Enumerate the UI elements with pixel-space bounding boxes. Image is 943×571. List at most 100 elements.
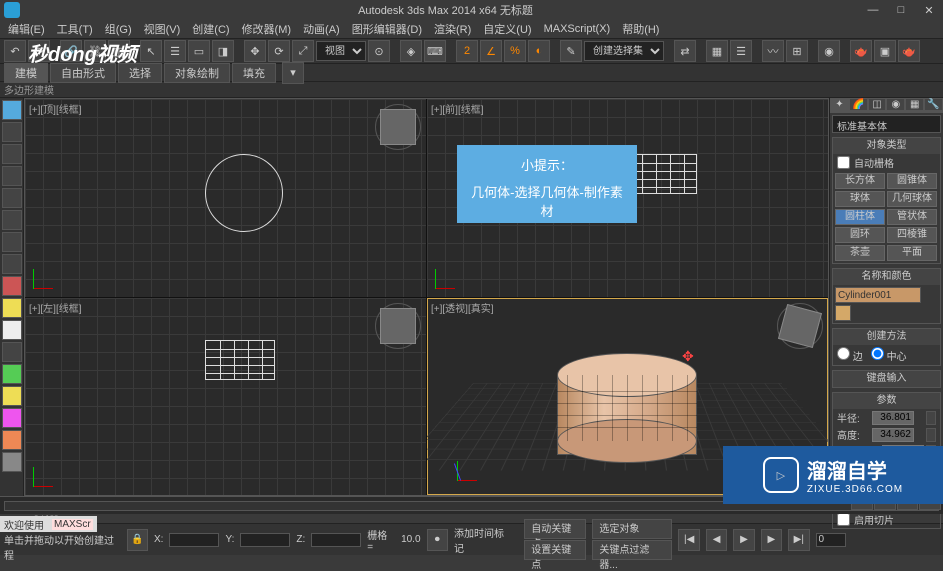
render-frame-button[interactable]: ▣	[874, 40, 896, 62]
tool-icon[interactable]	[2, 452, 22, 472]
layers-button[interactable]: ☰	[730, 40, 752, 62]
move-button[interactable]: ✥	[244, 40, 266, 62]
menu-grapheditor[interactable]: 图形编辑器(D)	[348, 21, 426, 37]
frame-input[interactable]	[816, 533, 846, 547]
tool-icon[interactable]	[2, 122, 22, 142]
tab-populate[interactable]: 填充	[232, 63, 276, 83]
ribbon-expand-button[interactable]: ▾	[282, 62, 304, 84]
render-button[interactable]: 🫖	[898, 40, 920, 62]
hierarchy-tab[interactable]: ◫	[868, 98, 887, 111]
link-button[interactable]: 🔗	[60, 40, 82, 62]
edit-named-sel-button[interactable]: ✎	[560, 40, 582, 62]
menu-edit[interactable]: 编辑(E)	[4, 21, 49, 37]
tab-paint[interactable]: 对象绘制	[164, 63, 230, 83]
rollout-method[interactable]: 创建方法	[833, 329, 940, 345]
select-name-button[interactable]: ☰	[164, 40, 186, 62]
center-radio[interactable]	[871, 347, 884, 360]
unlink-button[interactable]: ⛓	[84, 40, 106, 62]
tool-icon[interactable]	[2, 386, 22, 406]
tool-icon[interactable]	[2, 320, 22, 340]
viewport-label[interactable]: [+][左][线框]	[29, 300, 82, 315]
tool-icon[interactable]	[2, 364, 22, 384]
rollout-params[interactable]: 参数	[833, 393, 940, 409]
box-button[interactable]: 长方体	[835, 173, 885, 189]
menu-group[interactable]: 组(G)	[101, 21, 136, 37]
tool-icon[interactable]	[2, 342, 22, 362]
cylinder-object[interactable]	[557, 353, 697, 463]
maxscript-listener[interactable]: 欢迎使用 MAXScr	[0, 516, 97, 532]
rollout-name[interactable]: 名称和颜色	[833, 269, 940, 285]
add-time-tag[interactable]: 添加时间标记	[454, 525, 512, 555]
viewport-label[interactable]: [+][顶][线框]	[29, 101, 82, 116]
cylinder-front-wireframe[interactable]	[627, 154, 697, 194]
tool-icon[interactable]	[2, 144, 22, 164]
tool-icon[interactable]	[2, 210, 22, 230]
height-spinner[interactable]	[926, 428, 936, 442]
object-color-swatch[interactable]	[835, 305, 851, 321]
close-button[interactable]: ✕	[919, 4, 939, 17]
radius-spinner[interactable]	[926, 411, 936, 425]
x-input[interactable]	[169, 533, 219, 547]
schematic-button[interactable]: ⊞	[786, 40, 808, 62]
category-dropdown[interactable]: 标准基本体	[832, 115, 941, 133]
menu-modifiers[interactable]: 修改器(M)	[238, 21, 296, 37]
torus-button[interactable]: 圆环	[835, 227, 885, 243]
setkey-button[interactable]: 设置关键点	[524, 540, 586, 560]
cylinder-button[interactable]: 圆柱体	[835, 209, 885, 225]
menu-maxscript[interactable]: MAXScript(X)	[540, 23, 615, 35]
cone-button[interactable]: 圆锥体	[887, 173, 937, 189]
tube-button[interactable]: 管状体	[887, 209, 937, 225]
selected-objects[interactable]: 选定对象	[592, 519, 672, 539]
snap-percent-button[interactable]: %	[504, 40, 526, 62]
tab-freeform[interactable]: 自由形式	[50, 63, 116, 83]
teapot-button[interactable]: 茶壶	[835, 245, 885, 261]
menu-create[interactable]: 创建(C)	[188, 21, 233, 37]
tool-icon[interactable]	[2, 408, 22, 428]
cameras-button[interactable]	[878, 111, 894, 113]
snap-2d-button[interactable]: 2	[456, 40, 478, 62]
modify-tab[interactable]: 🌈	[849, 98, 868, 111]
tool-icon[interactable]	[2, 188, 22, 208]
tab-select[interactable]: 选择	[118, 63, 162, 83]
create-tab[interactable]: ✦	[830, 98, 849, 111]
mirror-button[interactable]: ⇄	[674, 40, 696, 62]
bind-button[interactable]: ◫	[108, 40, 130, 62]
tool-icon[interactable]	[2, 430, 22, 450]
autokey-button[interactable]: 自动关键点	[524, 519, 586, 539]
edge-radio[interactable]	[837, 347, 850, 360]
plane-button[interactable]: 平面	[887, 245, 937, 261]
select-region-button[interactable]: ▭	[188, 40, 210, 62]
y-input[interactable]	[240, 533, 290, 547]
menu-render[interactable]: 渲染(R)	[430, 21, 475, 37]
lights-button[interactable]	[862, 111, 878, 113]
keyboard-shortcut-button[interactable]: ⌨	[424, 40, 446, 62]
motion-tab[interactable]: ◉	[886, 98, 905, 111]
tool-icon[interactable]	[2, 254, 22, 274]
viewport-left[interactable]: [+][左][线框]	[25, 298, 426, 496]
key-filters-button[interactable]: 关键点过滤器...	[592, 540, 672, 560]
geosphere-button[interactable]: 几何球体	[887, 191, 937, 207]
cylinder-left-wireframe[interactable]	[205, 340, 275, 380]
viewport-front[interactable]: [+][前][线框] 小提示： 几何体-选择几何体-制作素材	[427, 99, 828, 297]
height-input[interactable]	[872, 428, 914, 442]
rotate-button[interactable]: ⟳	[268, 40, 290, 62]
spinner-snap-button[interactable]: ◐	[528, 40, 550, 62]
maximize-button[interactable]: □	[891, 4, 911, 17]
undo-button[interactable]: ↶	[4, 40, 26, 62]
spacewarps-button[interactable]	[911, 111, 927, 113]
object-name-input[interactable]	[835, 287, 921, 303]
curve-editor-button[interactable]: 〰	[762, 40, 784, 62]
viewcube[interactable]	[380, 109, 416, 145]
render-setup-button[interactable]: 🫖	[850, 40, 872, 62]
minimize-button[interactable]: —	[863, 4, 883, 17]
scale-button[interactable]: ⤢	[292, 40, 314, 62]
viewport-top[interactable]: [+][顶][线框]	[25, 99, 426, 297]
menu-animation[interactable]: 动画(A)	[299, 21, 344, 37]
viewport-label[interactable]: [+][透视][真实]	[431, 300, 494, 315]
viewport-label[interactable]: [+][前][线框]	[431, 101, 484, 116]
radius-input[interactable]	[872, 411, 914, 425]
named-selection-dropdown[interactable]: 创建选择集	[584, 41, 664, 61]
redo-button[interactable]: ↷	[28, 40, 50, 62]
select-manipulate-button[interactable]: ◈	[400, 40, 422, 62]
menu-customize[interactable]: 自定义(U)	[479, 21, 535, 37]
